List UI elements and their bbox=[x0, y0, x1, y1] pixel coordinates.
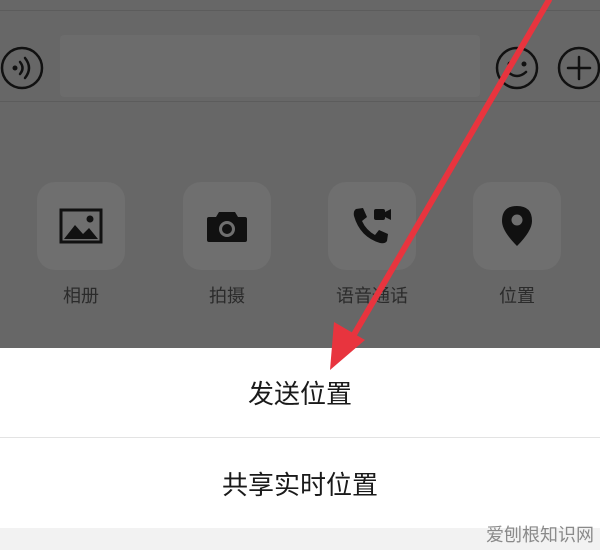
location-pin-icon bbox=[502, 206, 532, 246]
voice-input-button[interactable] bbox=[0, 46, 44, 90]
tool-location[interactable]: 位置 bbox=[472, 182, 562, 308]
tool-tile bbox=[183, 182, 271, 270]
input-bar-divider bbox=[0, 101, 600, 102]
camera-icon bbox=[207, 212, 247, 242]
image-icon bbox=[59, 208, 103, 244]
voice-wave-icon bbox=[0, 46, 44, 90]
send-location-option[interactable]: 发送位置 bbox=[0, 348, 600, 437]
tool-label: 拍摄 bbox=[209, 286, 245, 307]
phone-video-icon bbox=[353, 208, 391, 244]
tool-tile bbox=[328, 182, 416, 270]
smiley-icon bbox=[495, 46, 539, 90]
share-live-location-option[interactable]: 共享实时位置 bbox=[0, 438, 600, 528]
tool-label: 相册 bbox=[63, 286, 99, 307]
more-button[interactable] bbox=[557, 46, 600, 90]
watermark: 爱刨根知识网 bbox=[486, 525, 594, 546]
tool-label: 语音通话 bbox=[336, 286, 408, 307]
emoji-button[interactable] bbox=[495, 46, 539, 90]
tool-tile bbox=[37, 182, 125, 270]
tool-album[interactable]: 相册 bbox=[36, 182, 126, 308]
chat-input-bar bbox=[0, 11, 600, 101]
tool-tile bbox=[473, 182, 561, 270]
tool-label: 位置 bbox=[499, 286, 535, 307]
plus-circle-icon bbox=[557, 46, 600, 90]
tool-voice-call[interactable]: 语音通话 bbox=[327, 182, 417, 308]
tool-camera[interactable]: 拍摄 bbox=[182, 182, 272, 308]
location-action-sheet: 发送位置 共享实时位置 爱刨根知识网 bbox=[0, 348, 600, 550]
message-input[interactable] bbox=[60, 35, 480, 97]
